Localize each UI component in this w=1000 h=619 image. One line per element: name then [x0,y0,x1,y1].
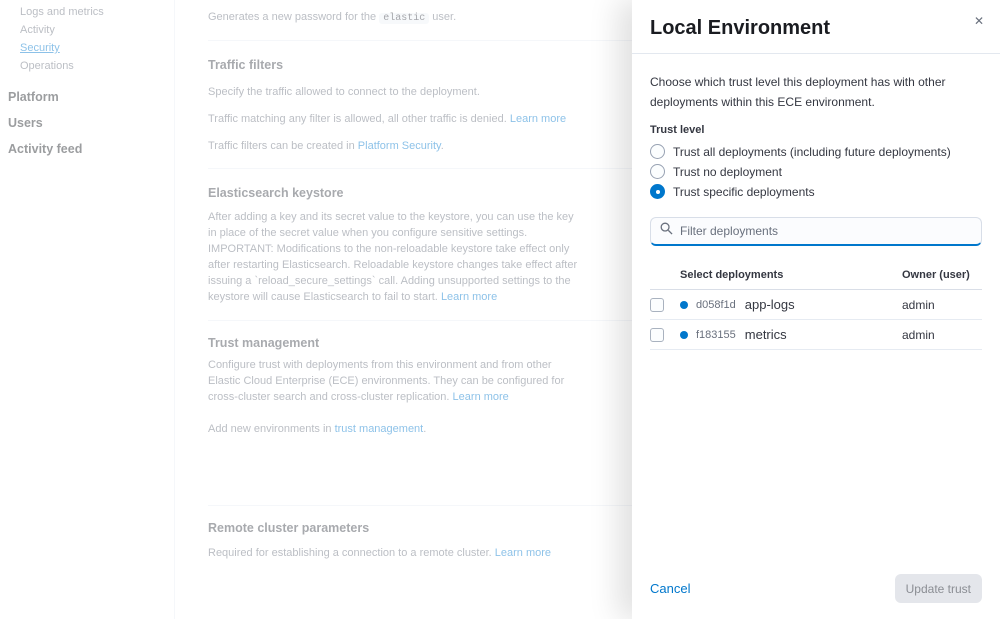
deployment-name: app-logs [745,297,902,312]
deployment-id: f183155 [696,329,736,341]
column-select-deployments: Select deployments [680,269,902,281]
deployments-table: Select deployments Owner (user) d058f1d … [650,262,982,350]
cancel-button[interactable]: Cancel [650,581,690,596]
radio-trust-all-deployments[interactable]: Trust all deployments (including future … [650,144,982,159]
radio-label: Trust specific deployments [673,185,815,199]
search-icon [660,222,673,240]
radio-trust-no-deployment[interactable]: Trust no deployment [650,164,982,179]
filter-deployments-search [650,217,982,246]
radio-label: Trust all deployments (including future … [673,145,951,159]
deployment-name: metrics [745,327,902,342]
local-environment-flyout: Local Environment ✕ Choose which trust l… [632,0,1000,619]
radio-trust-specific-deployments[interactable]: Trust specific deployments [650,184,982,199]
radio-icon-selected[interactable] [650,184,665,199]
trust-level-label: Trust level [650,124,982,136]
close-icon[interactable]: ✕ [968,10,990,32]
radio-icon[interactable] [650,164,665,179]
radio-icon[interactable] [650,144,665,159]
row-checkbox[interactable] [650,328,664,342]
deployment-id: d058f1d [696,299,736,311]
deployment-owner: admin [902,298,982,312]
search-input[interactable] [680,224,972,238]
table-row-app-logs: d058f1d app-logs admin [650,290,982,320]
column-owner-user: Owner (user) [902,269,982,281]
health-dot-icon [680,301,688,309]
flyout-footer: Cancel Update trust [632,562,1000,619]
flyout-title: Local Environment [650,17,982,40]
flyout-header: Local Environment ✕ [632,0,1000,54]
update-trust-button[interactable]: Update trust [895,574,982,603]
radio-label: Trust no deployment [673,165,782,179]
row-checkbox[interactable] [650,298,664,312]
flyout-body: Choose which trust level this deployment… [632,54,1000,562]
deployments-table-header: Select deployments Owner (user) [650,262,982,290]
deployment-owner: admin [902,328,982,342]
table-row-metrics: f183155 metrics admin [650,320,982,350]
health-dot-icon [680,331,688,339]
flyout-description: Choose which trust level this deployment… [650,72,982,112]
